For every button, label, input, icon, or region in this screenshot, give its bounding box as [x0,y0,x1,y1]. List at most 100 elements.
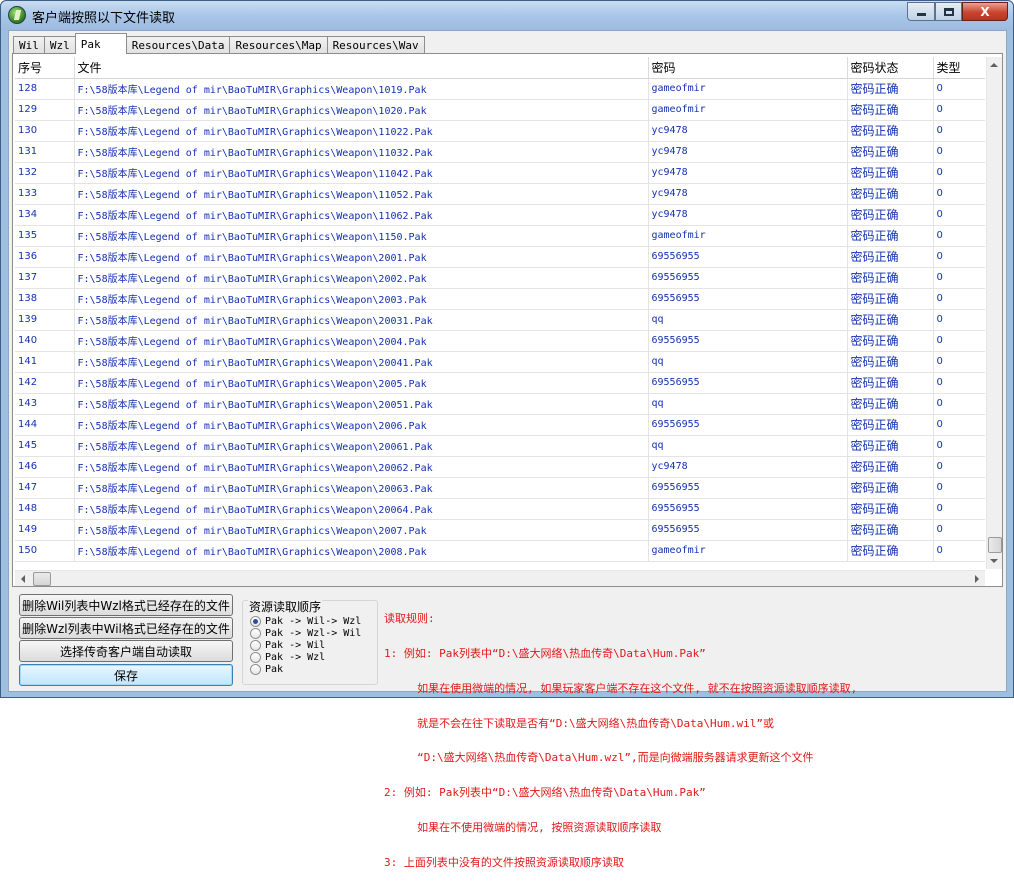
cell-password-status: 密码正确 [847,99,934,121]
minimize-button[interactable] [907,2,935,21]
order-option-4[interactable]: Pak -> Wzl [250,651,325,663]
cell-file-path: F:\58版本库\Legend of mir\BaoTuMIR\Graphics… [74,372,649,394]
column-header-index[interactable]: 序号 [15,57,75,79]
cell-password-status: 密码正确 [847,456,934,478]
table-row[interactable]: 140 F:\58版本库\Legend of mir\BaoTuMIR\Graph… [15,330,985,352]
tab-wil[interactable]: Wil [13,36,45,54]
scroll-right-icon[interactable] [975,575,979,583]
cell-type: 0 [933,162,985,184]
horizontal-scroll-thumb[interactable] [33,572,51,586]
scroll-down-icon[interactable] [990,559,998,563]
cell-type: 0 [933,414,985,436]
cell-password: yc9478 [648,120,848,142]
cell-index: 128 [15,78,75,100]
table-row[interactable]: 145 F:\58版本库\Legend of mir\BaoTuMIR\Graph… [15,435,985,457]
vertical-scrollbar[interactable] [986,57,1002,569]
table-row[interactable]: 148 F:\58版本库\Legend of mir\BaoTuMIR\Graph… [15,498,985,520]
radio-icon[interactable] [250,615,261,627]
cell-type: 0 [933,393,985,415]
horizontal-scrollbar[interactable] [15,570,985,586]
cell-type: 0 [933,78,985,100]
radio-icon[interactable] [250,639,261,651]
rules-line: 如果在不使用微端的情况, 按照资源读取顺序读取 [384,820,662,834]
cell-file-path: F:\58版本库\Legend of mir\BaoTuMIR\Graphics… [74,288,649,310]
cell-type: 0 [933,456,985,478]
column-header-file[interactable]: 文件 [74,57,649,79]
read-order-title: 资源读取顺序 [248,598,323,615]
cell-password: yc9478 [648,183,848,205]
table-row[interactable]: 133 F:\58版本库\Legend of mir\BaoTuMIR\Graph… [15,183,985,205]
maximize-button[interactable] [935,2,962,21]
table-row[interactable]: 142 F:\58版本库\Legend of mir\BaoTuMIR\Graph… [15,372,985,394]
cell-type: 0 [933,99,985,121]
table-row[interactable]: 139 F:\58版本库\Legend of mir\BaoTuMIR\Graph… [15,309,985,331]
table-row[interactable]: 146 F:\58版本库\Legend of mir\BaoTuMIR\Graph… [15,456,985,478]
table-row[interactable]: 129 F:\58版本库\Legend of mir\BaoTuMIR\Graph… [15,99,985,121]
order-option-2[interactable]: Pak -> Wzl-> Wil [250,627,361,639]
table-row[interactable]: 137 F:\58版本库\Legend of mir\BaoTuMIR\Graph… [15,267,985,289]
table-row[interactable]: 135 F:\58版本库\Legend of mir\BaoTuMIR\Graph… [15,225,985,247]
tab-panel-pak: 序号 文件 密码 密码状态 类型 128 F:\58版本库\Legend of m… [12,53,1003,587]
cell-index: 129 [15,99,75,121]
close-button[interactable]: X [962,2,1008,21]
file-list-grid[interactable]: 序号 文件 密码 密码状态 类型 128 F:\58版本库\Legend of m… [15,57,985,569]
vertical-scroll-thumb[interactable] [988,537,1002,553]
cell-password: yc9478 [648,456,848,478]
column-header-type[interactable]: 类型 [933,57,985,79]
table-row[interactable]: 147 F:\58版本库\Legend of mir\BaoTuMIR\Graph… [15,477,985,499]
save-button[interactable]: 保存 [19,664,233,686]
cell-file-path: F:\58版本库\Legend of mir\BaoTuMIR\Graphics… [74,183,649,205]
scroll-up-icon[interactable] [990,63,998,67]
tab-resources-data[interactable]: Resources\Data [125,36,231,54]
table-row[interactable]: 136 F:\58版本库\Legend of mir\BaoTuMIR\Graph… [15,246,985,268]
tab-pak[interactable]: Pak [74,33,127,54]
cell-file-path: F:\58版本库\Legend of mir\BaoTuMIR\Graphics… [74,414,649,436]
table-row[interactable]: 143 F:\58版本库\Legend of mir\BaoTuMIR\Graph… [15,393,985,415]
table-row[interactable]: 130 F:\58版本库\Legend of mir\BaoTuMIR\Graph… [15,120,985,142]
rules-line: 读取规则: [384,612,435,626]
table-row[interactable]: 131 F:\58版本库\Legend of mir\BaoTuMIR\Graph… [15,141,985,163]
column-header-password-status[interactable]: 密码状态 [847,57,934,79]
select-client-button[interactable]: 选择传奇客户端自动读取 [19,640,233,662]
cell-type: 0 [933,267,985,289]
tab-resources-map[interactable]: Resources\Map [229,36,328,54]
cell-index: 148 [15,498,75,520]
table-row[interactable]: 128 F:\58版本库\Legend of mir\BaoTuMIR\Graph… [15,78,985,100]
cell-password-status: 密码正确 [847,309,934,331]
order-option-1[interactable]: Pak -> Wil-> Wzl [250,615,361,627]
scroll-left-icon[interactable] [21,575,25,583]
cell-type: 0 [933,519,985,541]
order-option-3[interactable]: Pak -> Wil [250,639,325,651]
cell-file-path: F:\58版本库\Legend of mir\BaoTuMIR\Graphics… [74,393,649,415]
order-option-5[interactable]: Pak [250,663,283,675]
table-row[interactable]: 141 F:\58版本库\Legend of mir\BaoTuMIR\Graph… [15,351,985,373]
order-option-label: Pak -> Wzl-> Wil [265,627,362,639]
radio-icon[interactable] [250,663,261,675]
delete-wil-duplicates-button[interactable]: 删除Wil列表中Wzl格式已经存在的文件 [19,594,233,616]
delete-wzl-duplicates-button[interactable]: 删除Wzl列表中Wil格式已经存在的文件 [19,617,233,639]
cell-password-status: 密码正确 [847,288,934,310]
cell-password: yc9478 [648,162,848,184]
tab-resources-wav[interactable]: Resources\Wav [326,36,425,54]
table-row[interactable]: 144 F:\58版本库\Legend of mir\BaoTuMIR\Graph… [15,414,985,436]
cell-index: 150 [15,540,75,562]
column-header-password[interactable]: 密码 [648,57,848,79]
tab-wzl[interactable]: Wzl [43,36,76,54]
cell-password: gameofmir [648,78,848,100]
order-option-label: Pak -> Wzl [265,651,326,663]
cell-file-path: F:\58版本库\Legend of mir\BaoTuMIR\Graphics… [74,225,649,247]
cell-password-status: 密码正确 [847,141,934,163]
cell-password: gameofmir [648,540,848,562]
table-row[interactable]: 134 F:\58版本库\Legend of mir\BaoTuMIR\Graph… [15,204,985,226]
order-option-label: Pak -> Wil [265,639,326,651]
radio-icon[interactable] [250,627,261,639]
cell-file-path: F:\58版本库\Legend of mir\BaoTuMIR\Graphics… [74,267,649,289]
table-row[interactable]: 132 F:\58版本库\Legend of mir\BaoTuMIR\Graph… [15,162,985,184]
radio-icon[interactable] [250,651,261,663]
cell-file-path: F:\58版本库\Legend of mir\BaoTuMIR\Graphics… [74,330,649,352]
table-row[interactable]: 149 F:\58版本库\Legend of mir\BaoTuMIR\Graph… [15,519,985,541]
table-row[interactable]: 150 F:\58版本库\Legend of mir\BaoTuMIR\Graph… [15,540,985,562]
table-row[interactable]: 138 F:\58版本库\Legend of mir\BaoTuMIR\Graph… [15,288,985,310]
title-bar[interactable]: 客户端按照以下文件读取 X [1,1,1013,30]
cell-file-path: F:\58版本库\Legend of mir\BaoTuMIR\Graphics… [74,141,649,163]
